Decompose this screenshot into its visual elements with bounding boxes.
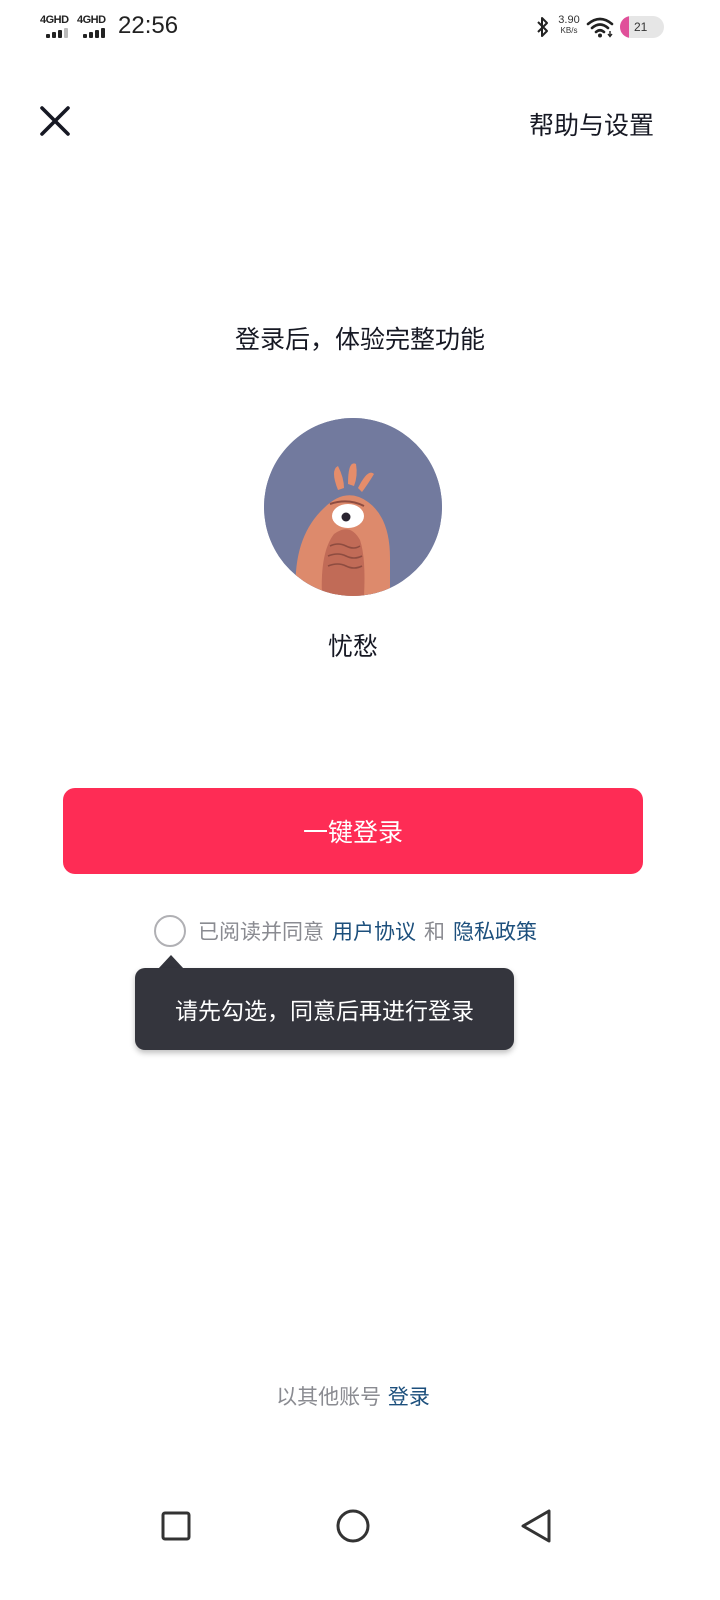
help-settings-link[interactable]: 帮助与设置: [529, 106, 654, 142]
avatar: [264, 418, 442, 596]
other-account-login-link[interactable]: 登录: [388, 1385, 430, 1409]
agreement-and: 和: [424, 920, 445, 944]
one-click-login-button[interactable]: 一键登录: [63, 788, 643, 874]
battery-fill: [620, 16, 630, 38]
username: 忧愁: [327, 632, 378, 661]
privacy-policy-link[interactable]: 隐私政策: [453, 916, 537, 946]
avatar-monster-icon: [264, 418, 442, 596]
other-account-text: 以其他账号: [276, 1385, 382, 1409]
status-bar: 4GHD 4GHD 22:56 3.90 KB/s 21: [0, 0, 720, 56]
agreement-checkbox[interactable]: [154, 915, 186, 947]
home-button[interactable]: [333, 1506, 373, 1546]
square-icon: [161, 1511, 191, 1541]
recent-apps-button[interactable]: [156, 1506, 196, 1546]
signal-bars-icon: [46, 28, 70, 38]
network-speed-unit: KB/s: [560, 26, 578, 35]
sim1-label: 4GHD: [40, 14, 69, 26]
close-icon: [40, 106, 70, 136]
page-headline: 登录后，体验完整功能: [234, 325, 485, 354]
clock: 22:56: [118, 12, 179, 39]
other-account-login: 以其他账号 登录: [0, 1381, 706, 1411]
sim2-signal: 4GHD: [77, 14, 111, 40]
bluetooth-icon: [537, 17, 548, 37]
network-speed: 3.90 KB/s: [554, 15, 584, 39]
user-agreement-link[interactable]: 用户协议: [332, 916, 416, 946]
battery-indicator: 21: [620, 16, 664, 38]
sim1-signal: 4GHD: [40, 14, 74, 40]
close-button[interactable]: [34, 100, 76, 142]
agreement-prefix: 已阅读并同意: [198, 920, 324, 944]
circle-icon: [336, 1509, 370, 1543]
triangle-back-icon: [521, 1509, 551, 1543]
battery-percent: 21: [634, 20, 648, 34]
signal-bars-icon: [83, 28, 107, 38]
sim2-label: 4GHD: [77, 14, 106, 26]
wifi-icon: [586, 17, 614, 38]
network-speed-value: 3.90: [558, 14, 580, 26]
agreement-row: 已阅读并同意 用户协议 和 隐私政策: [154, 914, 545, 948]
agreement-tooltip: 请先勾选，同意后再进行登录: [135, 968, 514, 1050]
back-button[interactable]: [516, 1506, 556, 1546]
tooltip-text: 请先勾选，同意后再进行登录: [175, 999, 474, 1025]
tooltip-arrow: [158, 955, 184, 969]
